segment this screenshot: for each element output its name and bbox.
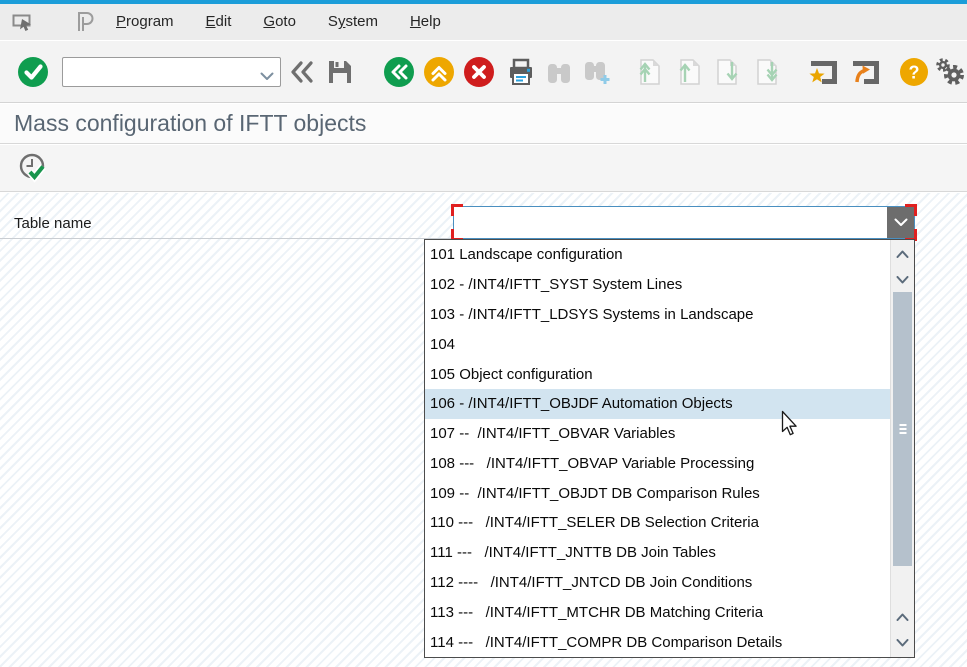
selection-screen: Table name 101 Landscape configuration 1… [0,193,967,667]
command-field[interactable] [62,57,281,87]
chevron-down-icon [896,639,909,647]
list-item[interactable]: 110 --- /INT4/IFTT_SELER DB Selection Cr… [425,508,890,538]
menu-system[interactable]: System [312,4,394,40]
menu-help[interactable]: Help [394,4,457,40]
binoculars-plus-icon [581,56,613,88]
back-button[interactable] [383,56,415,88]
menu-edit[interactable]: Edit [190,4,248,40]
next-page-button[interactable] [712,57,744,87]
page-last-icon [753,57,783,87]
application-toolbar [0,145,967,192]
list-item[interactable]: 104 [425,329,890,359]
enter-check-icon [17,56,49,88]
svg-text:?: ? [909,62,920,82]
new-session-button[interactable] [848,55,882,89]
list-item[interactable]: 113 --- /INT4/IFTT_MTCHR DB Matching Cri… [425,597,890,627]
gears-icon [934,56,966,88]
last-page-button[interactable] [752,57,784,87]
first-page-button[interactable] [633,57,665,87]
table-name-dropdown-list: 101 Landscape configuration 102 - /INT4/… [424,239,915,658]
print-button[interactable] [505,56,537,88]
window-arrow-icon [848,55,882,89]
dropdown-scrollbar[interactable] [890,240,914,657]
title-bar: Mass configuration of IFTT objects [0,104,967,144]
focus-corner-icon [451,204,463,216]
scrollbar-grip-icon [899,424,906,434]
sap-gui-window: Program Edit Goto System Help [0,0,967,667]
find-button[interactable] [543,57,575,87]
screen-menu-icon[interactable] [10,11,36,33]
list-item[interactable]: 103 - /INT4/IFTT_LDSYS Systems in Landsc… [425,300,890,330]
back-icon [383,56,415,88]
toggle-command-field-button[interactable] [287,59,317,85]
cancel-x-icon [463,56,495,88]
list-item[interactable]: 102 - /INT4/IFTT_SYST System Lines [425,270,890,300]
chevron-down-icon [896,276,909,284]
scrollbar-thumb[interactable] [893,292,912,566]
menu-bar: Program Edit Goto System Help [0,4,967,40]
page-previous-icon [674,57,704,87]
menu-goto[interactable]: Goto [247,4,312,40]
page-title: Mass configuration of IFTT objects [14,110,366,137]
table-name-label: Table name [14,209,92,239]
window-star-icon [806,55,840,89]
chevron-down-icon [894,218,908,227]
list-item[interactable]: 112 ---- /INT4/IFTT_JNTCD DB Join Condit… [425,568,890,598]
scroll-down-button[interactable] [891,630,914,656]
page-first-icon [634,57,664,87]
help-question-icon: ? [899,57,929,87]
chevron-up-icon [896,250,909,258]
chevron-up-icon [896,613,909,621]
dropdown-items: 101 Landscape configuration 102 - /INT4/… [425,240,890,657]
standard-toolbar: ? [0,40,967,103]
list-item[interactable]: 111 --- /INT4/IFTT_JNTTB DB Join Tables [425,538,890,568]
command-field-chevron-down-icon[interactable] [260,68,274,86]
scroll-up-button[interactable] [891,604,914,630]
focus-corner-icon [905,204,917,216]
list-item[interactable]: 108 --- /INT4/IFTT_OBVAP Variable Proces… [425,448,890,478]
command-input[interactable] [62,57,281,87]
page-next-icon [713,57,743,87]
previous-page-button[interactable] [673,57,705,87]
scroll-down-button[interactable] [891,267,914,293]
execute-button[interactable] [16,151,50,185]
list-item[interactable]: 109 -- /INT4/IFTT_OBJDT DB Comparison Ru… [425,478,890,508]
cancel-button[interactable] [463,56,495,88]
table-name-combobox[interactable] [453,206,915,239]
save-button[interactable] [325,57,355,87]
scroll-up-button[interactable] [891,241,914,267]
list-item[interactable]: 101 Landscape configuration [425,240,890,270]
table-name-input[interactable] [454,207,898,238]
list-item[interactable]: 107 -- /INT4/IFTT_OBVAR Variables [425,419,890,449]
enter-button[interactable] [16,56,50,88]
customize-layout-button[interactable] [934,56,966,88]
list-item[interactable]: 106 - /INT4/IFTT_OBJDF Automation Object… [425,389,890,419]
exit-button[interactable] [423,56,455,88]
list-item[interactable]: 105 Object configuration [425,359,890,389]
printer-icon [505,56,537,88]
help-button[interactable]: ? [898,57,930,87]
list-item[interactable]: 114 --- /INT4/IFTT_COMPR DB Comparison D… [425,627,890,657]
exit-icon [423,56,455,88]
sap-logo-icon [72,8,100,36]
execute-clock-check-icon [16,151,50,185]
find-next-button[interactable] [581,56,613,88]
menu-program[interactable]: Program [100,4,190,40]
create-shortcut-button[interactable] [806,55,840,89]
save-floppy-icon [325,57,355,87]
double-chevron-left-icon [289,59,315,85]
binoculars-icon [544,57,574,87]
